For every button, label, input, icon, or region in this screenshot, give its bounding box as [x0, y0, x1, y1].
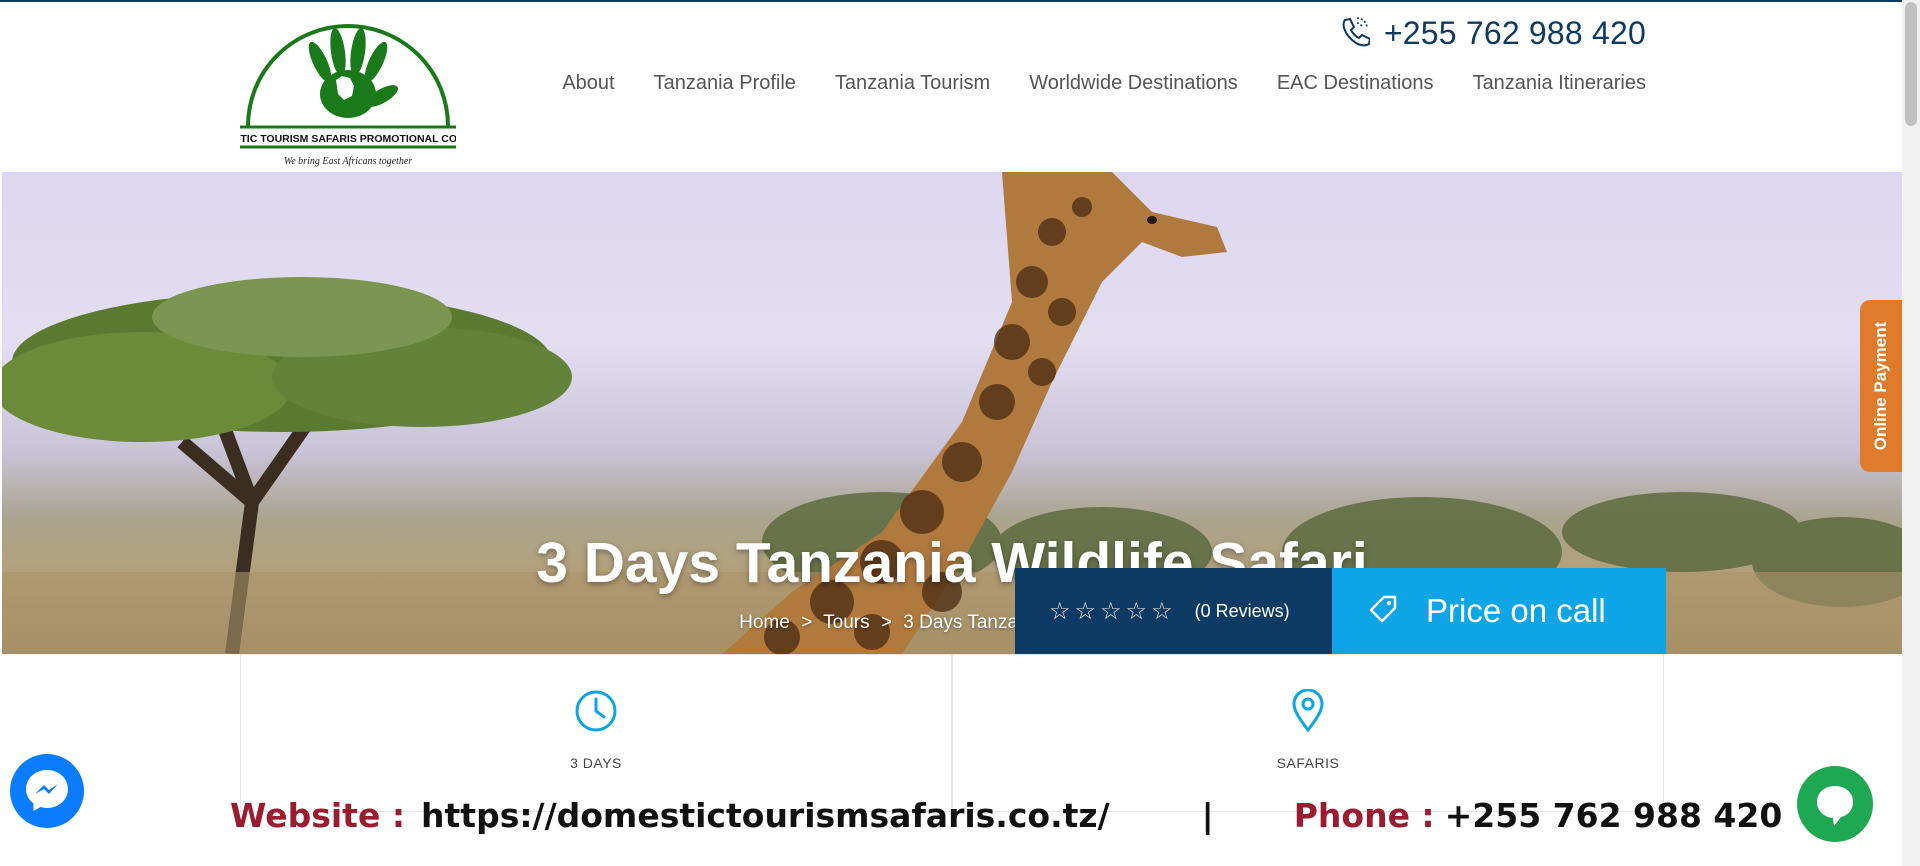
page-scrollbar[interactable] — [1902, 0, 1920, 866]
banner-phone-value: +255 762 988 420 — [1444, 795, 1783, 835]
nav-worldwide-destinations[interactable]: Worldwide Destinations — [1029, 72, 1238, 95]
duration-label: 3 DAYS — [570, 755, 622, 771]
banner-separator: | — [1201, 795, 1214, 835]
reviews-panel[interactable]: ☆☆☆☆☆ (0 Reviews) — [1015, 568, 1332, 654]
logo-company-name: DOMESTIC TOURISM SAFARIS PROMOTIONAL COM… — [240, 133, 456, 145]
breadcrumb-tours[interactable]: Tours — [823, 612, 869, 633]
chat-button[interactable] — [1797, 766, 1873, 842]
breadcrumb-separator: > — [880, 612, 893, 633]
banner-website-key: Website : — [230, 795, 406, 835]
site-logo[interactable]: DOMESTIC TOURISM SAFARIS PROMOTIONAL COM… — [240, 14, 456, 170]
site-header: DOMESTIC TOURISM SAFARIS PROMOTIONAL COM… — [0, 2, 1902, 172]
scrollbar-thumb[interactable] — [1905, 2, 1917, 126]
star-rating: ☆☆☆☆☆ — [1049, 597, 1177, 625]
messenger-icon — [10, 770, 84, 832]
map-pin-icon — [1291, 688, 1325, 738]
nav-tanzania-itineraries[interactable]: Tanzania Itineraries — [1473, 72, 1646, 95]
online-payment-tab[interactable]: Online Payment — [1860, 300, 1902, 472]
nav-about[interactable]: About — [562, 72, 614, 95]
nav-tanzania-profile[interactable]: Tanzania Profile — [654, 72, 796, 95]
online-payment-label: Online Payment — [1871, 321, 1890, 451]
nav-tanzania-tourism[interactable]: Tanzania Tourism — [835, 72, 990, 95]
price-label: Price on call — [1426, 592, 1606, 629]
category-box: SAFARIS — [952, 654, 1664, 812]
logo-tagline: We bring East Africans together — [284, 156, 412, 167]
phone-icon — [1338, 14, 1372, 53]
banner-phone-key: Phone : — [1293, 795, 1435, 835]
header-phone-number: +255 762 988 420 — [1383, 15, 1646, 51]
messenger-button[interactable] — [10, 754, 84, 828]
hero-banner: 3 Days Tanzania Wildlife Safari Home > T… — [2, 172, 1902, 654]
price-tag-icon — [1368, 594, 1398, 629]
banner-website-value: https://domestictourismsafaris.co.tz/ — [421, 795, 1110, 835]
main-nav: About Tanzania Profile Tanzania Tourism … — [523, 72, 1646, 95]
price-panel[interactable]: Price on call — [1332, 568, 1666, 654]
breadcrumb-separator: > — [801, 612, 813, 633]
contact-banner: Website : https://domestictourismsafaris… — [230, 790, 1782, 840]
breadcrumb-home[interactable]: Home — [739, 612, 790, 633]
nav-eac-destinations[interactable]: EAC Destinations — [1277, 72, 1434, 95]
duration-box: 3 DAYS — [240, 654, 952, 812]
header-phone-link[interactable]: +255 762 988 420 — [1338, 14, 1646, 53]
chat-bubble-icon — [1797, 786, 1873, 846]
clock-icon — [574, 689, 618, 738]
reviews-count: (0 Reviews) — [1194, 600, 1290, 621]
category-label: SAFARIS — [1276, 755, 1340, 771]
